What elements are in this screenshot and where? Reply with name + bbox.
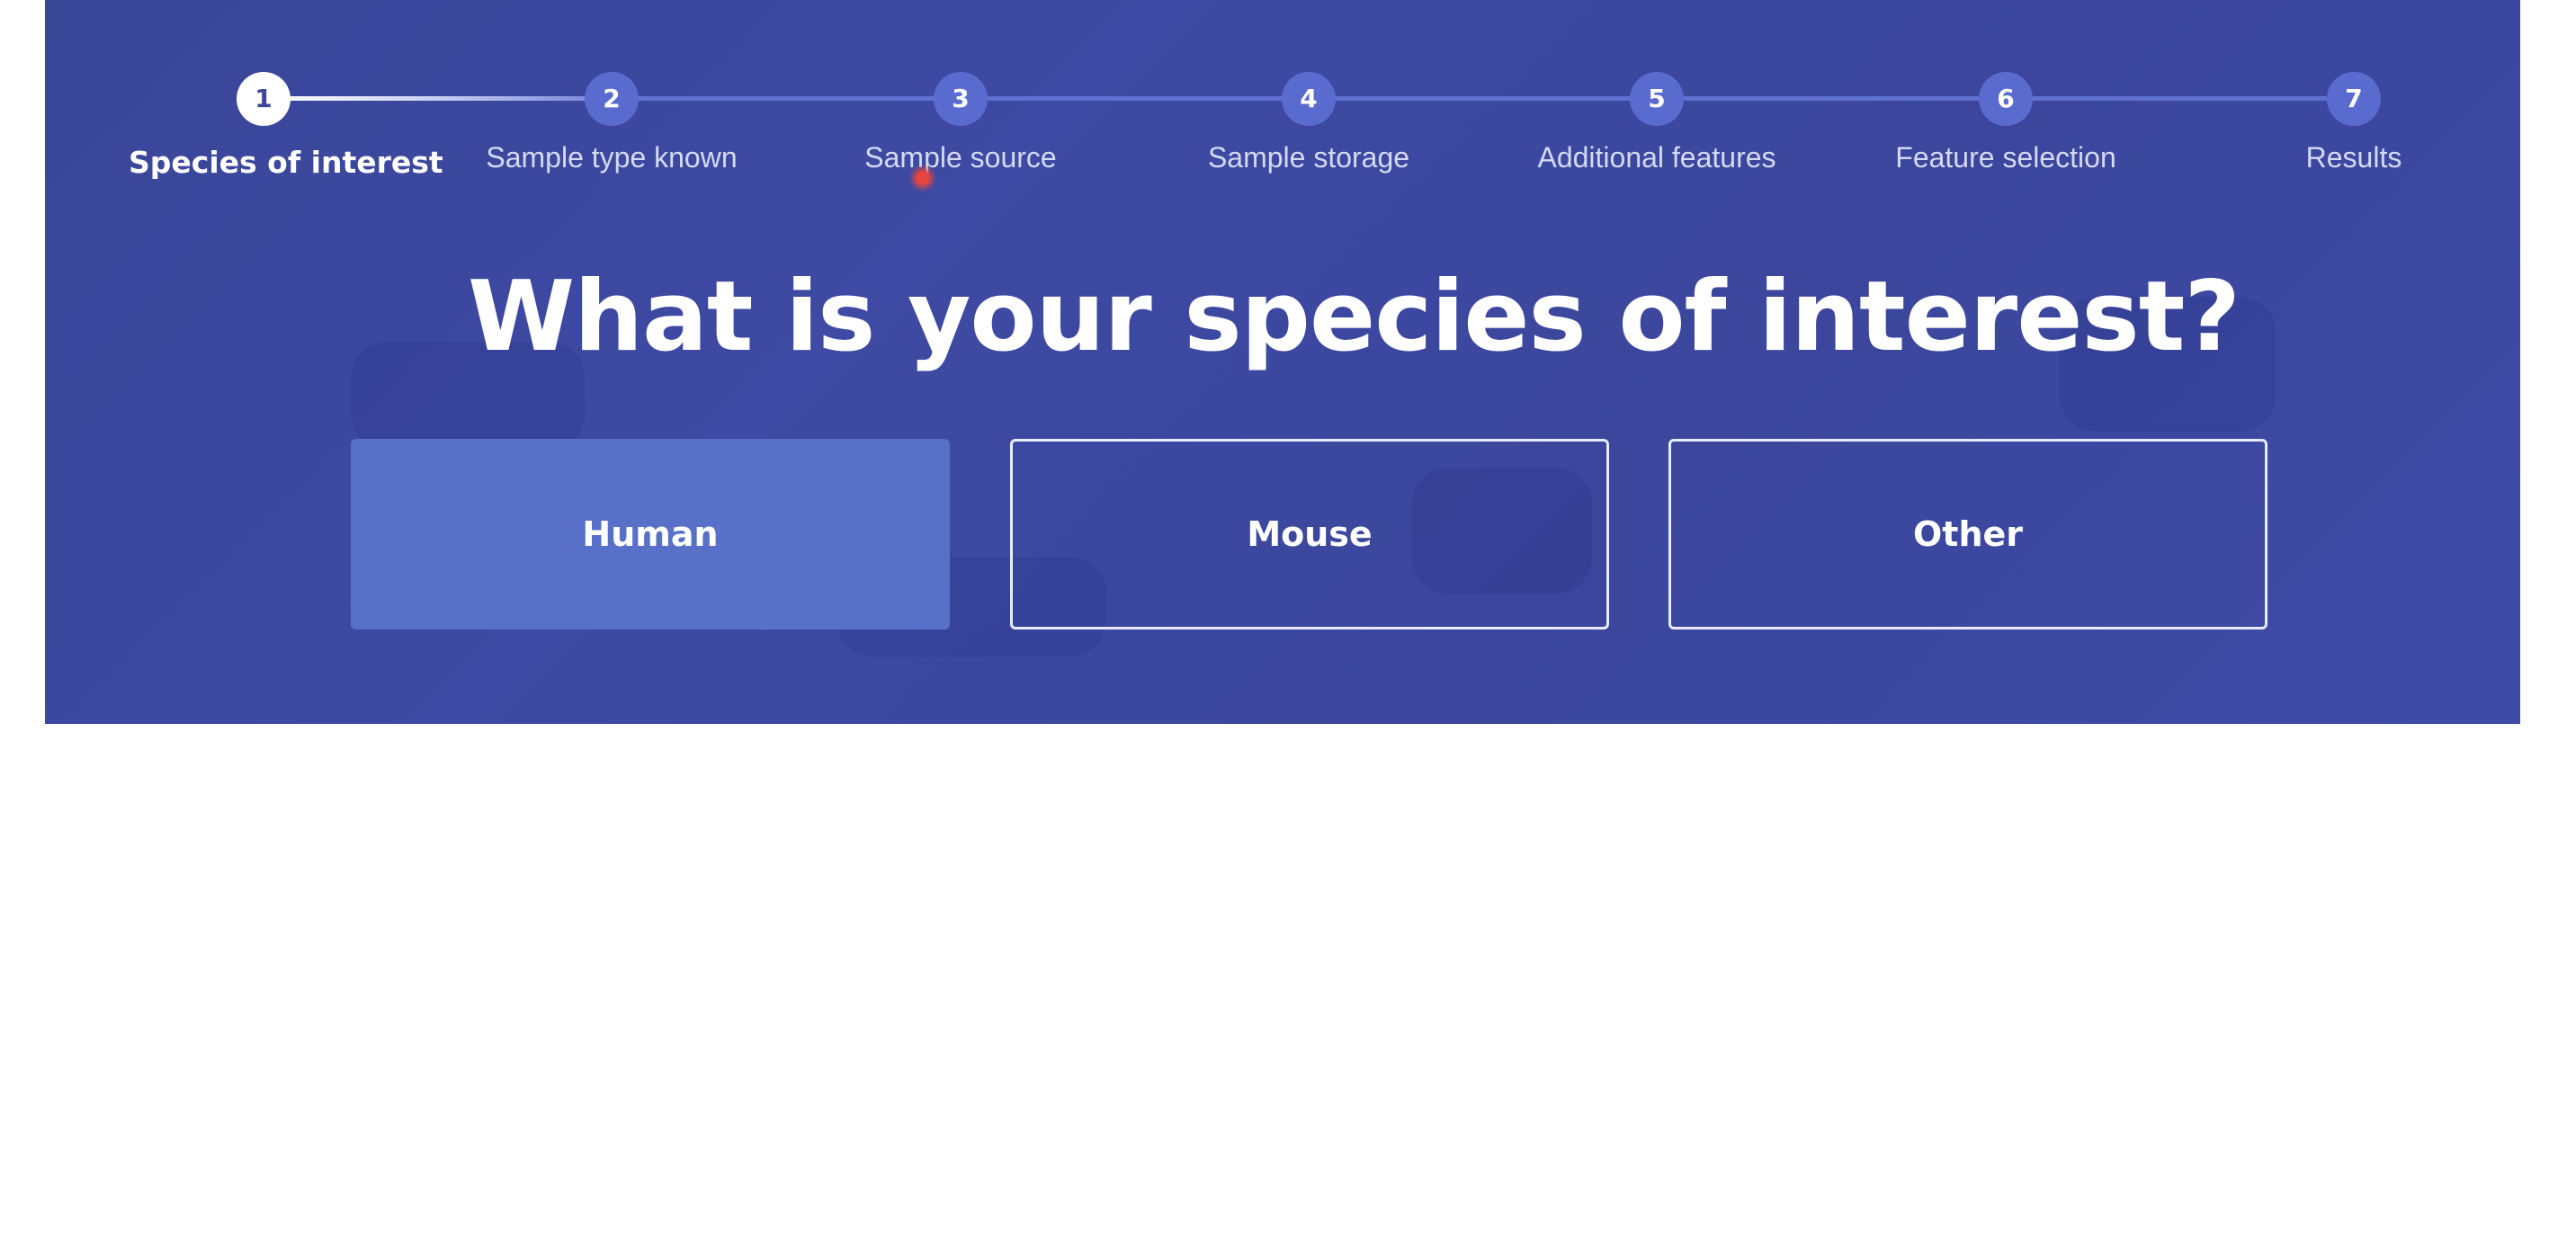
- step-additional-features[interactable]: 5 Additional features: [1522, 72, 1792, 174]
- page: 1 Species of interest 2 Sample type know…: [0, 0, 2576, 1259]
- step-number: 6: [1979, 72, 2033, 126]
- step-feature-selection[interactable]: 6 Feature selection: [1871, 72, 2141, 174]
- step-number: 2: [585, 72, 639, 126]
- option-human-button[interactable]: Human: [351, 439, 950, 630]
- step-number: 3: [934, 72, 988, 126]
- option-mouse-button[interactable]: Mouse: [1010, 439, 1609, 630]
- step-number: 4: [1282, 72, 1336, 126]
- step-number: 1: [237, 72, 291, 126]
- step-sample-source[interactable]: 3 Sample source: [826, 72, 1096, 174]
- step-results[interactable]: 7 Results: [2219, 72, 2489, 174]
- step-sample-type-known[interactable]: 2 Sample type known: [477, 72, 747, 174]
- option-other-button[interactable]: Other: [1668, 439, 2267, 630]
- step-sample-storage[interactable]: 4 Sample storage: [1174, 72, 1444, 174]
- step-label: Sample type known: [486, 141, 738, 174]
- step-number: 5: [1630, 72, 1684, 126]
- step-label: Results: [2305, 141, 2402, 174]
- mouse-cursor-icon: [909, 165, 936, 192]
- step-label: Additional features: [1537, 141, 1776, 174]
- step-label: Species of interest: [129, 145, 443, 180]
- step-number: 7: [2327, 72, 2381, 126]
- wizard-hero-panel: 1 Species of interest 2 Sample type know…: [45, 0, 2520, 724]
- step-label: Sample source: [864, 141, 1057, 174]
- step-label: Sample storage: [1207, 141, 1410, 174]
- question-heading: What is your species of interest?: [467, 261, 2241, 373]
- step-label: Feature selection: [1895, 141, 2116, 174]
- progress-stepper: 1 Species of interest 2 Sample type know…: [45, 0, 2520, 216]
- step-species-of-interest[interactable]: 1 Species of interest: [129, 72, 443, 180]
